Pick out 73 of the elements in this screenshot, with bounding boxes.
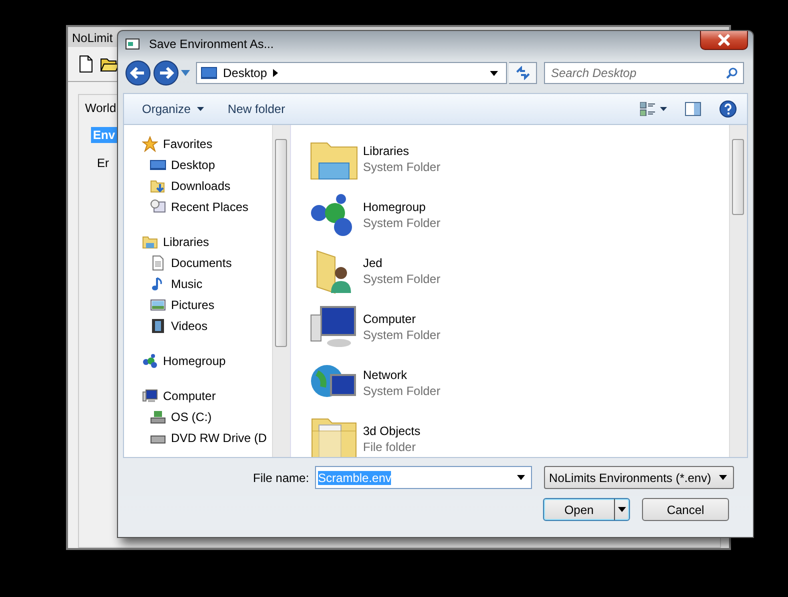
nav-item[interactable]: Music — [124, 273, 272, 294]
caret-icon — [719, 475, 728, 480]
file-name: Jed — [363, 256, 384, 270]
file-name-label: File name: — [253, 470, 310, 484]
computer-icon — [142, 388, 158, 404]
close-button[interactable] — [700, 31, 748, 50]
desktop-icon — [201, 67, 217, 79]
nav-item[interactable]: Homegroup — [124, 350, 272, 371]
file-item[interactable]: Network System Folder — [309, 355, 529, 411]
caret-icon — [196, 107, 204, 111]
drive-icon — [150, 408, 166, 424]
nav-item[interactable]: DVD RW Drive (D — [124, 427, 272, 448]
star-icon — [142, 136, 158, 152]
file-item[interactable]: 3d Objects File folder — [309, 411, 529, 457]
file-type: System Folder — [363, 272, 440, 286]
document-icon — [150, 254, 166, 270]
help-icon[interactable] — [719, 100, 737, 118]
nav-item[interactable]: Pictures — [124, 294, 272, 315]
video-icon — [150, 318, 166, 334]
file-item[interactable]: Jed System Folder — [309, 243, 529, 299]
caret-icon — [618, 507, 626, 512]
recent-icon — [150, 198, 166, 214]
group-label: World — [85, 101, 116, 115]
preview-pane-icon[interactable] — [685, 102, 701, 116]
new-folder-button[interactable]: New folder — [218, 98, 296, 120]
file-name: Network — [363, 368, 408, 382]
refresh-button[interactable] — [509, 62, 537, 84]
scrollbar[interactable] — [272, 125, 290, 457]
search-icon — [726, 67, 738, 79]
caret-icon[interactable] — [660, 107, 667, 111]
organize-button[interactable]: Organize — [132, 98, 214, 120]
spheres-icon — [142, 352, 158, 368]
file-name: Computer — [363, 312, 417, 326]
file-type-dropdown[interactable]: NoLimits Environments (*.env) — [544, 466, 734, 489]
close-icon — [717, 34, 731, 46]
back-icon[interactable] — [125, 60, 151, 86]
address-bar[interactable]: Desktop — [196, 62, 507, 84]
file-name: 3d Objects — [363, 424, 420, 438]
file-item[interactable]: Homegroup System Folder — [309, 187, 529, 243]
file-name: Libraries — [363, 144, 410, 158]
file-type: File folder — [363, 440, 417, 454]
file-type: System Folder — [363, 384, 440, 398]
nav-item[interactable]: Computer — [124, 385, 272, 406]
nav-item[interactable]: Libraries — [124, 231, 272, 252]
picture-icon — [150, 296, 166, 312]
folder-icon — [142, 234, 158, 250]
downloads-icon — [150, 178, 166, 194]
file-item[interactable]: Libraries System Folder — [309, 131, 529, 187]
file-name: Homegroup — [363, 200, 427, 214]
nav-item[interactable]: Downloads — [124, 175, 272, 196]
list-item[interactable]: Er — [95, 155, 111, 171]
nav-item[interactable]: Documents — [124, 252, 272, 273]
cancel-button[interactable]: Cancel — [642, 498, 729, 521]
nav-item[interactable]: Recent Places — [124, 196, 272, 217]
file-type: System Folder — [363, 328, 440, 342]
refresh-icon — [514, 66, 530, 80]
file-type: System Folder — [363, 216, 440, 230]
caret-icon[interactable] — [490, 70, 498, 76]
file-type: System Folder — [363, 160, 440, 174]
forward-icon[interactable] — [153, 60, 179, 86]
nav-item[interactable]: OS (C:) — [124, 406, 272, 427]
new-document-icon[interactable] — [78, 55, 94, 73]
nav-item[interactable]: Favorites — [124, 133, 272, 154]
window-icon — [125, 36, 141, 50]
nav-item[interactable]: Desktop — [124, 154, 272, 175]
nav-item[interactable]: Videos — [124, 315, 272, 336]
caret-icon[interactable] — [517, 475, 526, 480]
open-button[interactable]: Open — [543, 498, 630, 521]
search-field[interactable]: Search Desktop — [544, 62, 744, 84]
scrollbar[interactable] — [729, 125, 747, 457]
file-item[interactable]: Computer System Folder — [309, 299, 529, 355]
chevron-icon[interactable] — [273, 69, 278, 77]
view-options-icon[interactable] — [640, 102, 656, 116]
